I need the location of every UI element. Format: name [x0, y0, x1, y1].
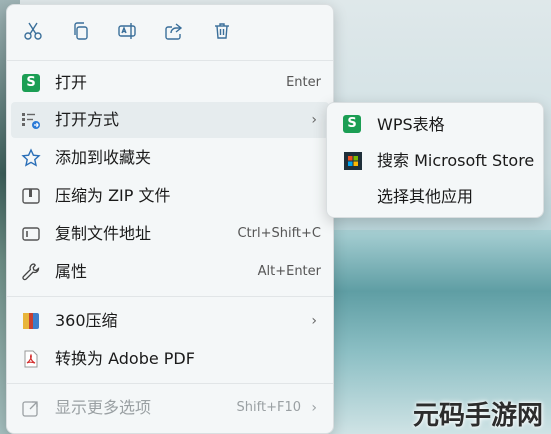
- toolbar-divider: [7, 60, 333, 61]
- submenu-item-label: 选择其他应用: [377, 187, 474, 206]
- shortcut-label: Ctrl+Shift+C: [237, 226, 321, 241]
- wrench-icon: [21, 262, 41, 282]
- submenu-item-wps-spreadsheet[interactable]: S WPS表格: [331, 107, 539, 143]
- menu-item-properties[interactable]: 属性 Alt+Enter: [11, 254, 329, 290]
- copy-icon: [74, 22, 88, 40]
- submenu-item-label: WPS表格: [377, 115, 445, 134]
- shortcut-label: Shift+F10: [236, 400, 301, 415]
- 360-compress-icon: [21, 311, 41, 331]
- adobe-pdf-icon: [21, 349, 41, 369]
- shortcut-label: Enter: [286, 75, 321, 90]
- context-menu-toolbar: [7, 5, 333, 57]
- menu-item-open[interactable]: S 打开 Enter: [11, 65, 329, 101]
- menu-item-compress-zip[interactable]: 压缩为 ZIP 文件: [11, 178, 329, 214]
- site-watermark: 元码手游网: [412, 401, 543, 431]
- submenu-item-choose-other-app[interactable]: 选择其他应用: [331, 179, 539, 215]
- menu-item-label: 打开: [55, 73, 88, 92]
- menu-item-copy-path[interactable]: 复制文件地址 Ctrl+Shift+C: [11, 216, 329, 252]
- shortcut-label: Alt+Enter: [257, 264, 321, 279]
- menu-item-label: 显示更多选项: [55, 398, 152, 417]
- submenu-item-search-store[interactable]: 搜索 Microsoft Store: [331, 143, 539, 179]
- wps-spreadsheet-icon: S: [21, 73, 41, 93]
- menu-item-label: 属性: [55, 262, 88, 281]
- open-with-icon: [21, 110, 41, 130]
- cut-icon: [24, 22, 42, 40]
- menu-item-label: 打开方式: [55, 110, 120, 129]
- menu-item-label: 添加到收藏夹: [55, 148, 152, 167]
- wps-spreadsheet-icon: S: [343, 115, 363, 135]
- copy-button[interactable]: [67, 17, 95, 45]
- cut-button[interactable]: [19, 17, 47, 45]
- star-icon: [21, 148, 41, 168]
- menu-item-360-compress[interactable]: 360压缩 ›: [11, 303, 329, 339]
- rename-icon: [118, 23, 136, 39]
- menu-divider: [7, 383, 333, 384]
- delete-icon: [215, 23, 229, 39]
- zip-folder-icon: [21, 186, 41, 206]
- menu-item-show-more-options[interactable]: 显示更多选项 Shift+F10 ›: [11, 390, 329, 426]
- menu-item-convert-pdf[interactable]: 转换为 Adobe PDF: [11, 341, 329, 377]
- submenu-item-label: 搜索 Microsoft Store: [377, 151, 535, 170]
- rename-button[interactable]: [113, 17, 141, 45]
- share-icon: [165, 23, 183, 40]
- microsoft-store-icon: [343, 151, 363, 171]
- menu-item-label: 压缩为 ZIP 文件: [55, 186, 171, 205]
- share-button[interactable]: [160, 17, 188, 45]
- menu-item-add-favorites[interactable]: 添加到收藏夹: [11, 140, 329, 176]
- delete-button[interactable]: [208, 17, 236, 45]
- menu-item-label: 360压缩: [55, 311, 118, 330]
- chevron-right-icon: ›: [311, 112, 317, 128]
- menu-item-label: 复制文件地址: [55, 224, 152, 243]
- context-menu: S 打开 Enter 打开方式 › 添加到收藏夹 压缩为 ZIP 文件 复制文件…: [6, 4, 334, 434]
- copy-path-icon: [21, 224, 41, 244]
- chevron-right-icon: ›: [311, 313, 317, 329]
- chevron-right-icon: ›: [311, 400, 317, 416]
- menu-item-open-with[interactable]: 打开方式 ›: [11, 102, 329, 138]
- open-with-submenu: S WPS表格 搜索 Microsoft Store 选择其他应用: [326, 102, 544, 218]
- menu-divider: [7, 296, 333, 297]
- more-options-icon: [21, 398, 41, 418]
- menu-item-label: 转换为 Adobe PDF: [55, 349, 195, 368]
